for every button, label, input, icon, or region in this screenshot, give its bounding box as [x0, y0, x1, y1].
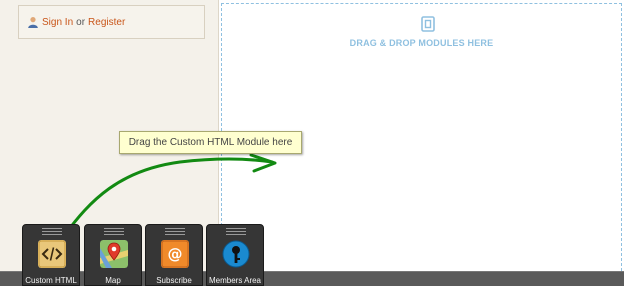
drop-zone-label: DRAG & DROP MODULES HERE [349, 38, 494, 48]
grip-icon [42, 228, 62, 235]
register-link[interactable]: Register [88, 17, 125, 28]
grip-icon [104, 228, 124, 235]
module-label: Members Area [208, 276, 262, 285]
svg-text:@: @ [168, 245, 183, 263]
key-icon [222, 240, 250, 268]
hint-text: Drag the Custom HTML Module here [128, 137, 293, 148]
drag-hint-tooltip: Drag the Custom HTML Module here [119, 131, 302, 154]
sign-in-link[interactable]: Sign In [42, 17, 73, 28]
module-map[interactable]: Map [84, 224, 142, 286]
user-icon [28, 17, 38, 28]
module-custom-html[interactable]: Custom HTML [22, 224, 80, 286]
map-pin-icon [100, 240, 128, 268]
grip-icon [165, 228, 185, 235]
module-members-area[interactable]: Members Area [206, 224, 264, 286]
module-label: Subscribe [156, 276, 192, 285]
drop-target-icon [421, 16, 435, 32]
or-text: or [76, 16, 86, 28]
grip-icon [226, 228, 246, 235]
module-label: Map [105, 276, 121, 285]
module-label: Custom HTML [25, 276, 77, 285]
module-subscribe[interactable]: @ Subscribe [145, 224, 203, 286]
signin-box: Sign In or Register [18, 5, 205, 39]
code-icon [38, 240, 66, 268]
at-sign-icon: @ [161, 240, 189, 268]
